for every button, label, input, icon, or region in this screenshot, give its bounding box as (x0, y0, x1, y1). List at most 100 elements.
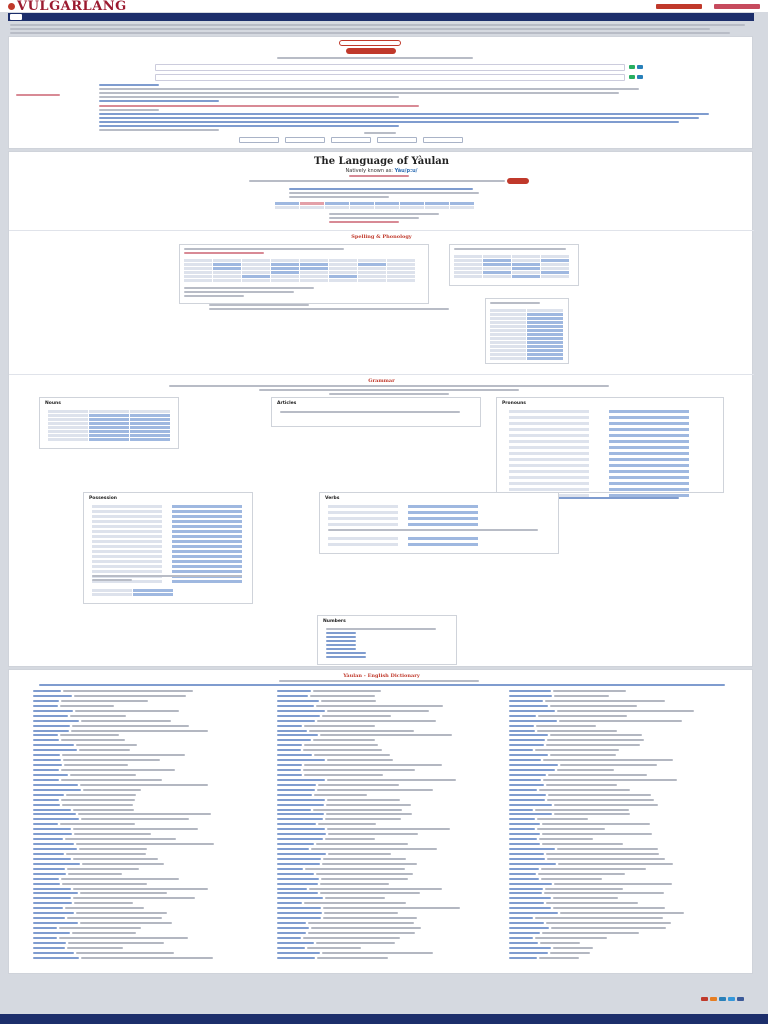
dictionary-entry (509, 956, 745, 959)
dictionary-entry (33, 818, 269, 821)
dictionary-entry (33, 833, 269, 836)
dictionary-entry (277, 764, 513, 767)
dictionary-entry (277, 773, 513, 776)
pronoun-table (275, 202, 474, 209)
dictionary-entry (33, 714, 269, 717)
vowels-input[interactable] (155, 73, 625, 81)
dictionary-entry (509, 867, 745, 870)
dictionary-entry (509, 828, 745, 831)
dictionary-entry (277, 798, 513, 801)
dictionary-entry (509, 897, 745, 900)
dictionary-entry (509, 734, 745, 737)
dictionary-entry (509, 803, 745, 806)
dictionary-entry (509, 704, 745, 707)
option-tab[interactable] (239, 137, 279, 143)
dictionary-entry (33, 828, 269, 831)
dictionary-entry (33, 798, 269, 801)
lock-icon[interactable] (637, 75, 643, 79)
refresh-icon[interactable] (629, 75, 635, 79)
nouns-box: Nouns (39, 397, 179, 449)
header-button-secondary[interactable] (714, 3, 760, 9)
twitter-icon[interactable] (728, 997, 735, 1001)
dictionary-entry (33, 773, 269, 776)
dictionary-entry (277, 843, 513, 846)
dictionary-entry (277, 724, 513, 727)
refresh-icon[interactable] (629, 65, 635, 69)
dictionary-entry (509, 793, 745, 796)
consonants-input[interactable] (155, 63, 625, 71)
header-actions (656, 3, 760, 9)
dictionary-entry (509, 783, 745, 786)
option-tab[interactable] (377, 137, 417, 143)
dictionary-entry (277, 936, 513, 939)
dictionary-entry (509, 823, 745, 826)
dictionary-entry (33, 813, 269, 816)
site-logo[interactable]: VULGARLANG (8, 0, 127, 14)
reddit-icon[interactable] (710, 997, 717, 1001)
dictionary-panel: Yàulan - English Dictionary (8, 669, 753, 974)
numbers-title: Numbers (323, 619, 346, 624)
dictionary-entry (509, 931, 745, 934)
linkedin-icon[interactable] (719, 997, 726, 1001)
dictionary-title: Yàulan - English Dictionary (343, 673, 420, 679)
dictionary-entry (509, 946, 745, 949)
logo-mark-icon (8, 2, 15, 10)
option-tab[interactable] (331, 137, 371, 143)
dictionary-entry (277, 749, 513, 752)
lock-icon[interactable] (637, 65, 643, 69)
dictionary-entry (277, 867, 513, 870)
dictionary-entry (277, 704, 513, 707)
dictionary-entry (33, 902, 269, 905)
articles-box: Articles (271, 397, 481, 427)
dictionary-entry (277, 872, 513, 875)
new-language-button[interactable] (339, 40, 401, 46)
dictionary-entry (33, 729, 269, 732)
verbs-title: Verbs (325, 496, 340, 501)
dictionary-entry (509, 808, 745, 811)
dictionary-entry (277, 759, 513, 762)
dictionary-entry (277, 897, 513, 900)
vowel-table (449, 244, 579, 286)
options-button[interactable] (346, 48, 396, 54)
dictionary-entry (33, 823, 269, 826)
share-button[interactable] (507, 178, 529, 184)
share-icon[interactable] (701, 997, 708, 1001)
dictionary-entry (277, 912, 513, 915)
section-grammar: Grammar (368, 378, 395, 384)
dictionary-entry (277, 882, 513, 885)
dictionary-entry (277, 803, 513, 806)
dictionary-entry (509, 887, 745, 890)
sidebar-link[interactable] (16, 94, 60, 98)
dictionary-entry (277, 709, 513, 712)
facebook-icon[interactable] (737, 997, 744, 1001)
dictionary-entry (509, 862, 745, 865)
vowels-row (99, 73, 643, 81)
dictionary-entry (33, 946, 269, 949)
nav-item-home[interactable] (10, 14, 22, 20)
dictionary-entry (33, 956, 269, 959)
language-panel: The Language of Yàulan Natively known as… (8, 151, 754, 667)
dictionary-entry (277, 887, 513, 890)
dictionary-entry (277, 838, 513, 841)
dictionary-entry (509, 719, 745, 722)
dictionary-entry (277, 694, 513, 697)
dictionary-entry (33, 699, 269, 702)
dictionary-entry (509, 848, 745, 850)
native-prefix: Natively known as: (345, 168, 393, 174)
articles-title: Articles (277, 401, 297, 406)
dictionary-entry (277, 833, 513, 836)
dictionary-entry (509, 759, 745, 762)
dictionary-entry (33, 917, 269, 920)
option-tab[interactable] (285, 137, 325, 143)
dictionary-entry (277, 922, 513, 925)
dictionary-entry (277, 848, 513, 850)
option-tabs (239, 137, 463, 143)
dictionary-entry (509, 798, 745, 801)
possession-box: Possession (83, 492, 253, 604)
dictionary-entry (509, 754, 745, 757)
dictionary-entry (33, 922, 269, 925)
header-button-primary[interactable] (656, 3, 702, 9)
dictionary-entry (33, 912, 269, 915)
option-tab[interactable] (423, 137, 463, 143)
dictionary-entry (277, 931, 513, 934)
